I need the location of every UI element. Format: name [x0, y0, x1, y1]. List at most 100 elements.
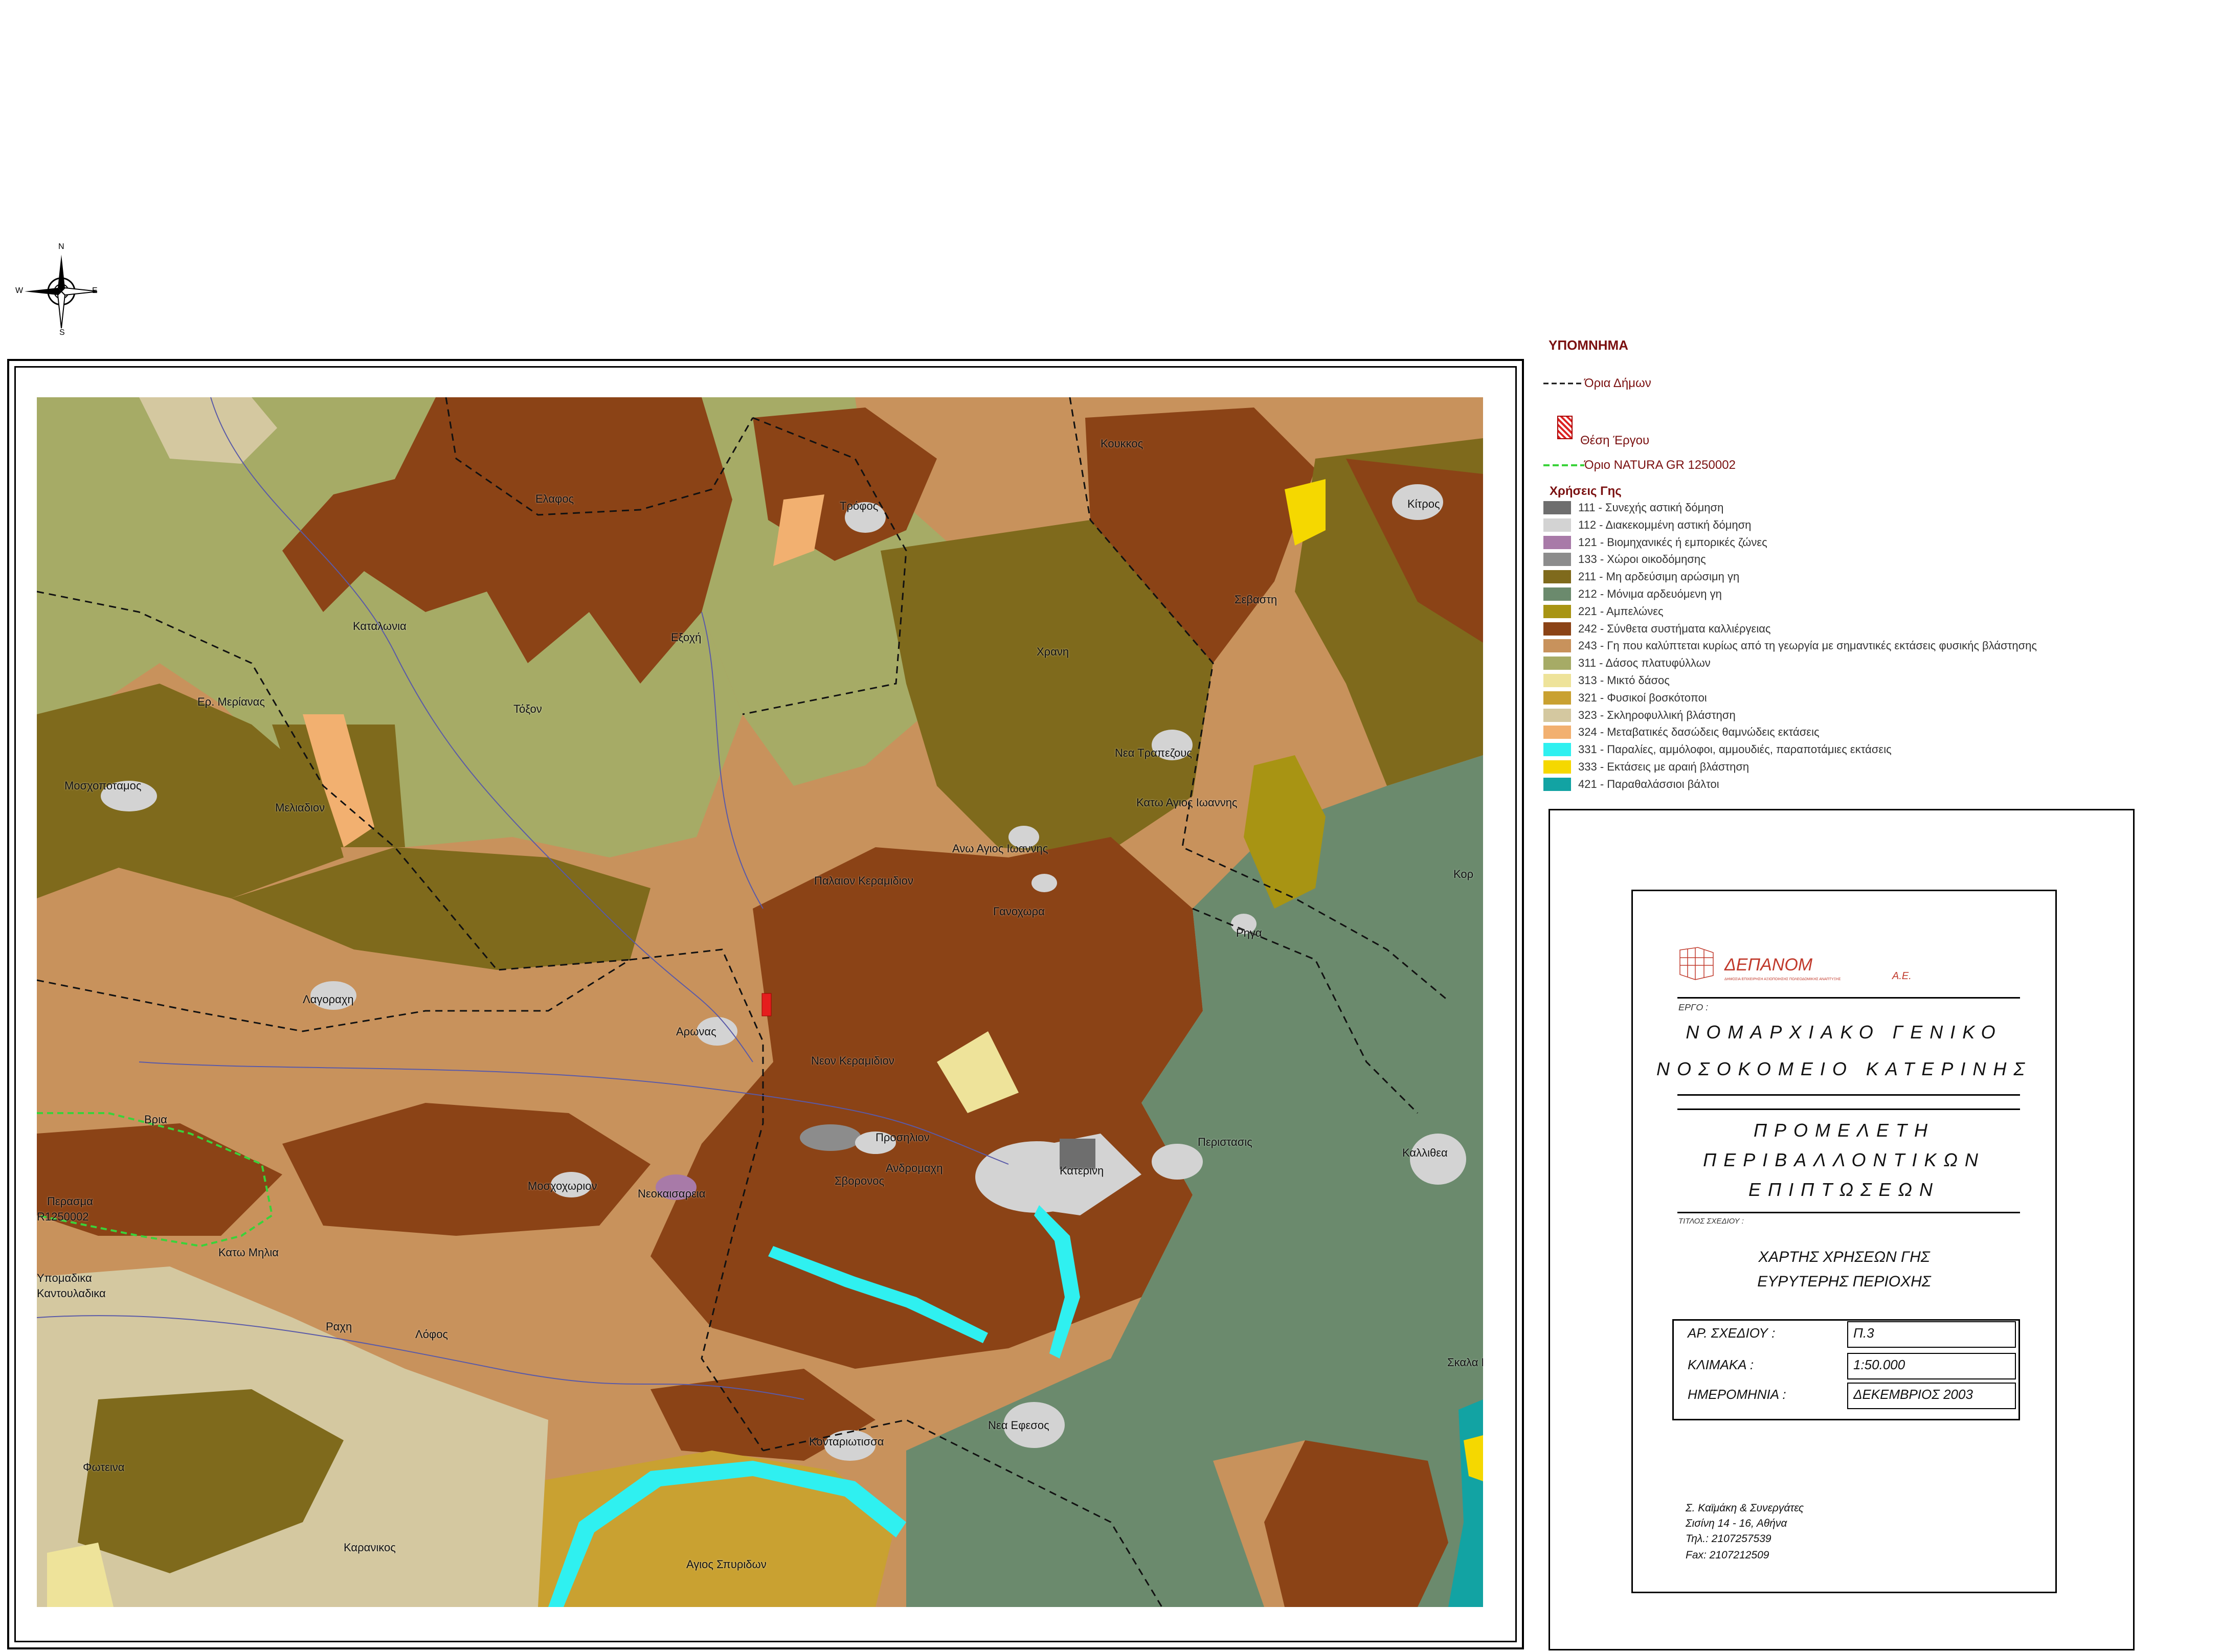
place-fotena: Φωτεινα [83, 1461, 125, 1474]
company-suffix: Α.Ε. [1892, 970, 1912, 982]
compass-e: E [92, 286, 98, 295]
legend-swatch [1543, 639, 1571, 653]
place-svoronos: Σβορονος [835, 1174, 885, 1187]
legend-swatch [1543, 708, 1571, 722]
place-trofos: Τρόφος [840, 500, 879, 512]
place-nea-efesos: Νεα Εφεσος [988, 1419, 1049, 1432]
project-line-1: ΝΟΜΑΡΧΙΑΚΟ ΓΕΝΙΚΟ [1686, 1022, 2003, 1043]
place-lofos: Λόφος [415, 1328, 448, 1341]
compass-n: N [58, 242, 64, 251]
legend-swatch [1543, 501, 1571, 514]
legend-swatch [1543, 604, 1571, 618]
date-value: ΔΕΚΕΜΒΡΙΟΣ 2003 [1853, 1387, 1973, 1402]
title-divider [1677, 1108, 2020, 1110]
legend-item: 324 - Μεταβατικές δασώδεις θαμνώδεις εκτ… [1543, 725, 1820, 740]
drawing-line-2: ΕΥΡΥΤΕΡΗΣ ΠΕΡΙΟΧΗΣ [1757, 1273, 1931, 1290]
place-elafos: Ελαφος [535, 492, 574, 505]
study-line-1: ΠΡΟΜΕΛΕΤΗ [1753, 1120, 1935, 1141]
legend-item-label: 333 - Εκτάσεις με αραιή βλάστηση [1578, 760, 1749, 773]
legend-item: 333 - Εκτάσεις με αραιή βλάστηση [1543, 759, 1749, 775]
legend-item-label: 133 - Χώροι οικοδόμησης [1578, 553, 1706, 566]
contact-line-3: Τηλ.: 2107257539 [1686, 1533, 1771, 1545]
legend-item-label: 211 - Μη αρδεύσιμη αρώσιμη γη [1578, 570, 1740, 583]
legend-natura: Όριο NATURA GR 1250002 [1543, 458, 1736, 473]
legend-item-label: 313 - Μικτό δάσος [1578, 674, 1670, 687]
legend-boundary: Όρια Δήμων [1543, 376, 1651, 391]
company-subtitle: ΔΗΜΟΣΙΑ ΕΠΙΧΕΙΡΗΣΗ ΑΞΙΟΠΟΙΗΣΗΣ ΠΟΛΕΟΔΟΜΙ… [1724, 978, 1841, 981]
legend-item: 323 - Σκληροφυλλική βλάστηση [1543, 708, 1736, 723]
place-kitros-north: Κίτρος [1407, 497, 1440, 510]
legend-item: 321 - Φυσικοί βοσκότοποι [1543, 690, 1707, 706]
place-kato-agios-ioannis: Κατω Αγιος Ιωαννης [1136, 796, 1238, 809]
drawing-line-1: ΧΑΡΤΗΣ ΧΡΗΣΕΩΝ ΓΗΣ [1758, 1249, 1930, 1265]
legend-item: 331 - Παραλίες, αμμόλοφοι, αμμουδιές, πα… [1543, 742, 1892, 757]
place-kato-milia: Κατω Μηλια [218, 1246, 279, 1259]
place-moschopotamos: Μοσχοποταμος [64, 779, 142, 792]
company-name: ΔΕΠΑΝΟΜ [1724, 955, 1813, 975]
legend-item: 121 - Βιομηχανικές ή εμπορικές ζώνες [1543, 535, 1767, 550]
legend-swatch [1543, 622, 1571, 636]
natura-line-icon [1543, 464, 1584, 466]
legend-swatch [1543, 760, 1571, 774]
place-koukkos: Κουκκος [1101, 437, 1143, 450]
place-palaion-keramidion: Παλαιον Κεραμιδιον [814, 874, 913, 887]
place-aronas: Αρωνας [676, 1025, 716, 1038]
place-prosilion: Προσηλιον [876, 1131, 930, 1144]
place-neokaisareia: Νεοκαισαρεια [638, 1187, 706, 1200]
contact-line-2: Σισίνη 14 - 16, Αθήνα [1686, 1518, 1787, 1529]
dashed-line-icon [1543, 382, 1584, 384]
legend-item-label: 242 - Σύνθετα συστήματα καλλιέργειας [1578, 622, 1771, 635]
contact-line-4: Fax: 2107212509 [1686, 1549, 1769, 1561]
compass-w: W [15, 286, 24, 295]
scale-label: ΚΛΙΜΑΚΑ : [1688, 1357, 1754, 1372]
project-line-2: ΝΟΣΟΚΟΜΕΙΟ ΚΑΤΕΡΙΝΗΣ [1656, 1058, 2032, 1079]
place-ano-agios-ioannis: Ανω Αγιος Ιωαννης [952, 842, 1048, 855]
legend-item-label: 212 - Μόνιμα αρδευόμενη γη [1578, 587, 1722, 600]
contact-line-1: Σ. Καϊμάκη & Συνεργάτες [1686, 1502, 1804, 1514]
legend-item: 212 - Μόνιμα αρδευόμενη γη [1543, 586, 1722, 602]
date-label: ΗΜΕΡΟΜΗΝΙΑ : [1688, 1387, 1786, 1402]
place-toxon: Τόξον [513, 703, 542, 715]
place-meliadion: Μελιαδιον [275, 801, 325, 814]
legend-swatch [1543, 535, 1571, 549]
place-karanikos: Καρανικος [344, 1541, 396, 1554]
place-kontomadika: Καντουλαδικα [37, 1287, 106, 1300]
place-agios-spyridon: Αγιος Σπυριδων [686, 1558, 767, 1571]
project-label: ΕΡΓΟ : [1678, 1002, 1709, 1012]
drawing-number-label: ΑΡ. ΣΧΕΔΙΟΥ : [1688, 1325, 1776, 1341]
place-exochi: Εξοχή [671, 631, 702, 644]
land-use-map[interactable]: Ελαφος Τρόφος Κουκκος Κίτρος Καταλωνια Ε… [37, 397, 1483, 1607]
legend-swatch [1543, 743, 1571, 757]
title-divider [1677, 997, 2020, 999]
legend-item-label: 121 - Βιομηχανικές ή εμπορικές ζώνες [1578, 535, 1767, 549]
legend-item: 112 - Διακεκομμένη αστική δόμηση [1543, 517, 1751, 533]
legend-item: 133 - Χώροι οικοδόμησης [1543, 552, 1706, 567]
title-divider [1677, 1212, 2020, 1213]
legend-swatch [1543, 553, 1571, 567]
place-chrani: Χρανη [1037, 645, 1069, 658]
place-kallithea: Καλλιθεα [1402, 1146, 1448, 1159]
title-divider [1677, 1094, 2020, 1096]
place-sevasti: Σεβαστη [1235, 593, 1277, 606]
drawing-label: ΤΙΤΛΟΣ ΣΧΕΔΙΟΥ : [1678, 1217, 1744, 1226]
place-skala-katerinis: Σκαλα Κατε [1447, 1356, 1483, 1369]
legend-swatch [1543, 518, 1571, 532]
legend-swatch [1543, 657, 1571, 670]
legend-item-label: 112 - Διακεκομμένη αστική δόμηση [1578, 518, 1752, 531]
legend-item-label: 221 - Αμπελώνες [1578, 604, 1664, 618]
legend-item: 242 - Σύνθετα συστήματα καλλιέργειας [1543, 621, 1771, 637]
scale-value: 1:50.000 [1853, 1357, 1905, 1372]
legend-item-label: 321 - Φυσικοί βοσκότοποι [1578, 691, 1707, 704]
legend-item: 243 - Γη που καλύπτεται κυρίως από τη γε… [1543, 638, 2037, 653]
legend-landuse-title: Χρήσεις Γης [1550, 484, 1622, 498]
place-nea-trapezous: Νεα Τραπεζους [1115, 746, 1192, 759]
project-site-icon [1557, 416, 1573, 439]
legend-boundary-text: Όρια Δήμων [1584, 376, 1651, 390]
legend-swatch [1543, 587, 1571, 601]
place-katalonia: Καταλωνια [353, 620, 407, 632]
place-vria: Βρια [144, 1113, 167, 1126]
legend-item: 313 - Μικτό δάσος [1543, 673, 1670, 688]
place-korinos: Κορ [1453, 868, 1474, 880]
legend-swatch [1543, 691, 1571, 705]
legend-item-label: 331 - Παραλίες, αμμόλοφοι, αμμουδιές, πα… [1578, 743, 1892, 756]
